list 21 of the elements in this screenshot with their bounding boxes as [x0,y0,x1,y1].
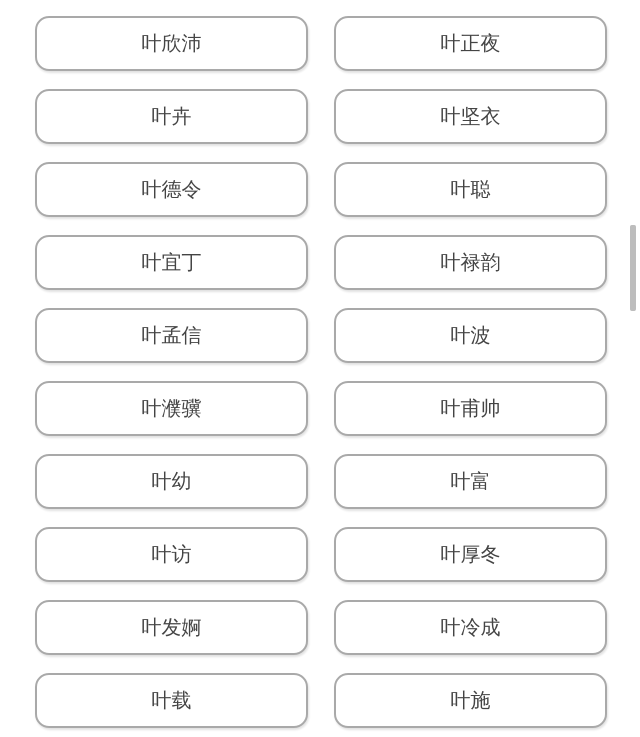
name-button[interactable]: 叶幼 [35,454,308,509]
name-button[interactable]: 叶禄韵 [334,235,607,290]
name-button[interactable]: 叶欣沛 [35,16,308,71]
name-button[interactable]: 叶施 [334,673,607,728]
name-button[interactable]: 叶聪 [334,162,607,217]
name-button[interactable]: 叶载 [35,673,308,728]
scrollbar-thumb[interactable] [630,225,636,311]
name-button[interactable]: 叶厚冬 [334,527,607,582]
name-button[interactable]: 叶富 [334,454,607,509]
name-button[interactable]: 叶冷成 [334,600,607,655]
name-button[interactable]: 叶孟信 [35,308,308,363]
name-button[interactable]: 叶宜丁 [35,235,308,290]
name-button[interactable]: 叶甫帅 [334,381,607,436]
name-button[interactable]: 叶正夜 [334,16,607,71]
name-button[interactable]: 叶波 [334,308,607,363]
name-button[interactable]: 叶坚衣 [334,89,607,144]
name-button[interactable]: 叶濮骥 [35,381,308,436]
name-button[interactable]: 叶德令 [35,162,308,217]
name-button[interactable]: 叶卉 [35,89,308,144]
name-button[interactable]: 叶发婀 [35,600,308,655]
name-button[interactable]: 叶访 [35,527,308,582]
